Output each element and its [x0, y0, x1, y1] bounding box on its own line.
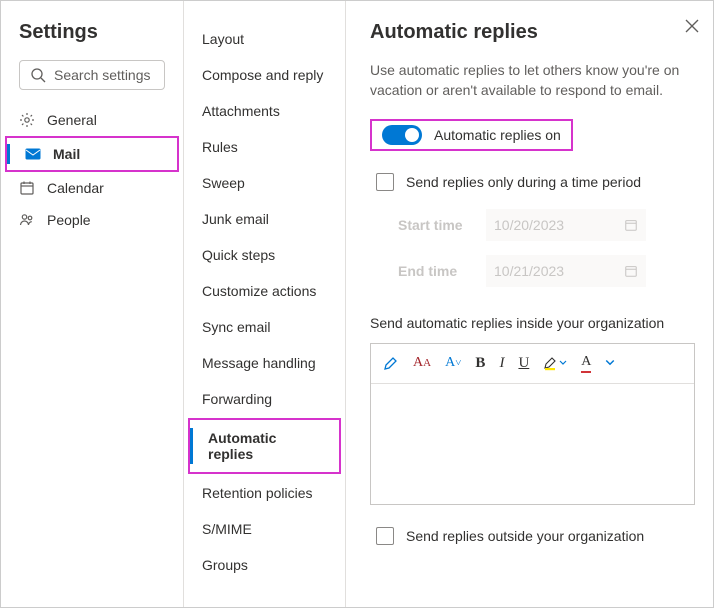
chevron-down-icon — [605, 358, 615, 368]
reply-textarea[interactable] — [371, 384, 694, 504]
nav-mail-label: Mail — [53, 146, 80, 162]
gear-icon — [19, 112, 35, 128]
people-icon — [19, 212, 35, 228]
submenu-junk[interactable]: Junk email — [184, 201, 345, 237]
bold-button[interactable]: B — [475, 355, 485, 372]
submenu-message[interactable]: Message handling — [184, 345, 345, 381]
highlight-toggle: Automatic replies on — [370, 119, 573, 151]
end-time-value: 10/21/2023 — [494, 263, 564, 279]
font-family-button[interactable]: AA — [413, 355, 431, 371]
font-color-button[interactable]: A — [581, 354, 591, 373]
submenu-compose[interactable]: Compose and reply — [184, 57, 345, 93]
autoreplies-toggle[interactable] — [382, 125, 422, 145]
font-size-button[interactable]: A˅ — [445, 355, 461, 371]
calendar-picker-icon — [624, 218, 638, 232]
nav-people-label: People — [47, 212, 91, 228]
inside-org-label: Send automatic replies inside your organ… — [370, 315, 695, 331]
nav-calendar[interactable]: Calendar — [1, 172, 183, 204]
submenu-attachments[interactable]: Attachments — [184, 93, 345, 129]
timeperiod-checkbox[interactable] — [376, 173, 394, 191]
mail-icon — [25, 146, 41, 162]
submenu-customize[interactable]: Customize actions — [184, 273, 345, 309]
submenu-forwarding[interactable]: Forwarding — [184, 381, 345, 417]
mail-submenu: Layout Compose and reply Attachments Rul… — [184, 1, 346, 607]
submenu-retention[interactable]: Retention policies — [184, 475, 345, 511]
toggle-label: Automatic replies on — [434, 127, 561, 143]
end-time-label: End time — [398, 263, 468, 279]
timeperiod-label: Send replies only during a time period — [406, 174, 641, 190]
submenu-layout[interactable]: Layout — [184, 21, 345, 57]
highlight-button[interactable] — [543, 355, 567, 371]
editor-toolbar: AA A˅ B I U A — [371, 344, 694, 384]
submenu-sync[interactable]: Sync email — [184, 309, 345, 345]
submenu-rules[interactable]: Rules — [184, 129, 345, 165]
highlight-icon — [543, 355, 559, 371]
settings-title: Settings — [1, 17, 183, 60]
close-button[interactable] — [685, 19, 699, 36]
submenu-groups[interactable]: Groups — [184, 547, 345, 583]
nav-mail[interactable]: Mail — [7, 138, 177, 170]
chevron-down-icon — [559, 359, 567, 367]
italic-button[interactable]: I — [499, 355, 504, 372]
submenu-autoreplies[interactable]: Automatic replies — [190, 420, 339, 472]
outside-org-label: Send replies outside your organization — [406, 528, 644, 544]
start-time-value: 10/20/2023 — [494, 217, 564, 233]
more-formatting-button[interactable] — [605, 358, 615, 368]
nav-people[interactable]: People — [1, 204, 183, 236]
highlight-autoreplies: Automatic replies — [188, 418, 341, 474]
format-painter-button[interactable] — [383, 355, 399, 371]
nav-general[interactable]: General — [1, 104, 183, 136]
submenu-smime[interactable]: S/MIME — [184, 511, 345, 547]
panel-description: Use automatic replies to let others know… — [370, 60, 695, 101]
autoreplies-panel: Automatic replies Use automatic replies … — [346, 1, 713, 607]
close-icon — [685, 19, 699, 33]
submenu-sweep[interactable]: Sweep — [184, 165, 345, 201]
outside-org-checkbox[interactable] — [376, 527, 394, 545]
search-placeholder: Search settings — [54, 67, 151, 83]
reply-editor: AA A˅ B I U A — [370, 343, 695, 505]
start-time-label: Start time — [398, 217, 468, 233]
nav-general-label: General — [47, 112, 97, 128]
submenu-quicksteps[interactable]: Quick steps — [184, 237, 345, 273]
calendar-icon — [19, 180, 35, 196]
start-time-input[interactable]: 10/20/2023 — [486, 209, 646, 241]
calendar-picker-icon — [624, 264, 638, 278]
search-settings-input[interactable]: Search settings — [19, 60, 165, 90]
format-painter-icon — [383, 355, 399, 371]
end-time-input[interactable]: 10/21/2023 — [486, 255, 646, 287]
panel-heading: Automatic replies — [370, 21, 695, 44]
search-icon — [30, 67, 46, 83]
highlight-mail: Mail — [5, 136, 179, 172]
nav-calendar-label: Calendar — [47, 180, 104, 196]
underline-button[interactable]: U — [518, 355, 529, 372]
settings-sidebar: Settings Search settings General Mail Ca… — [1, 1, 184, 607]
